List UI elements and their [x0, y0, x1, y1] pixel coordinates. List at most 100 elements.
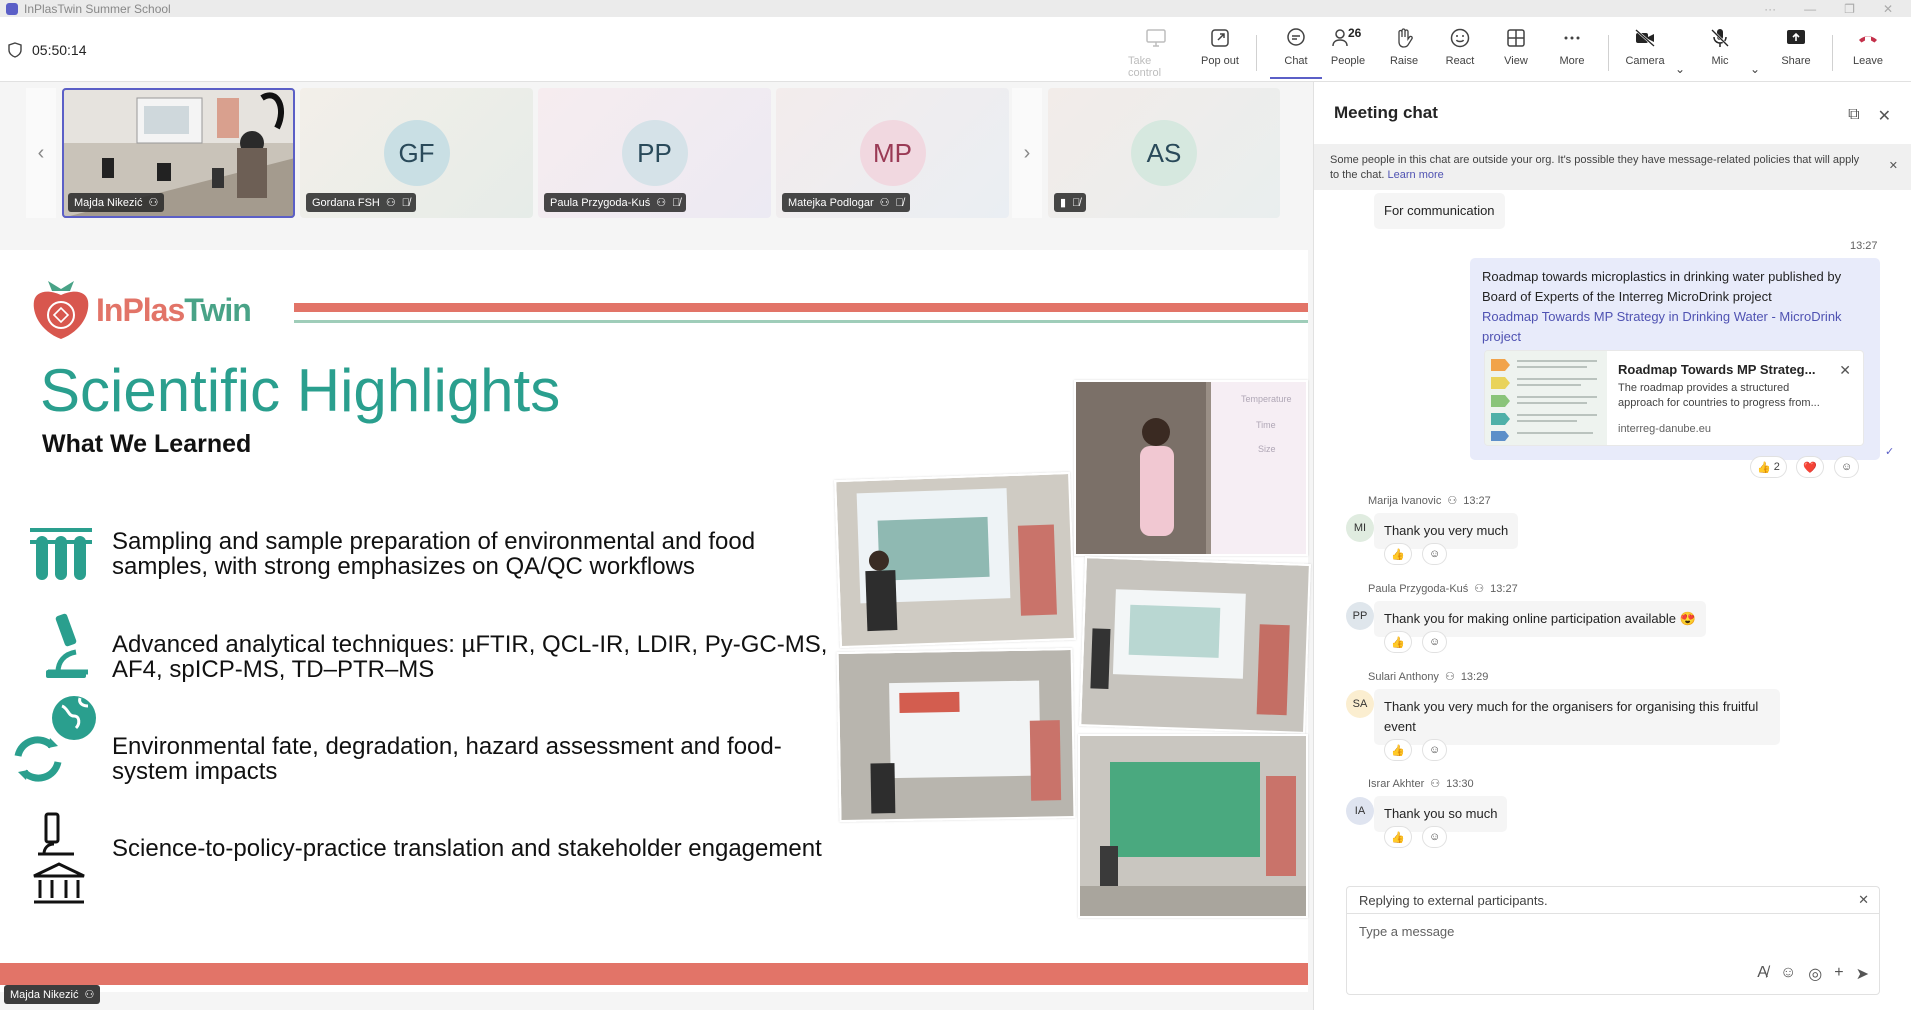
gallery-next-button[interactable]: › — [1012, 88, 1042, 218]
emoji-icon[interactable]: ☺ — [1780, 964, 1796, 984]
participant-nametag: Majda Nikezić ⚇ — [68, 193, 165, 212]
collage-photo — [1079, 556, 1311, 734]
chat-message-bubble: Thank you very much for the organisers f… — [1374, 689, 1780, 745]
message-input[interactable] — [1359, 924, 1839, 939]
heart-reaction[interactable]: ❤️ — [1796, 456, 1824, 478]
send-icon[interactable]: ➤ — [1856, 964, 1869, 984]
close-chat-icon[interactable]: ✕ — [1878, 106, 1891, 126]
sender-name: Israr Akhter — [1368, 777, 1425, 790]
audience-photo — [838, 649, 1076, 823]
participant-name: Paula Przygoda-Kuś — [550, 196, 651, 209]
reply-notice-text: Replying to external participants. — [1359, 893, 1548, 908]
take-control-label: Take control — [1128, 55, 1162, 79]
remove-preview-icon[interactable]: ✕ — [1839, 362, 1851, 379]
participant-nametag: Gordana FSH ⚇ 🎙̸ — [306, 193, 416, 212]
camera-off-icon — [1635, 29, 1655, 47]
external-user-icon: ⚇ — [1474, 583, 1485, 595]
like-reaction[interactable]: 👍 — [1384, 826, 1412, 848]
camera-button[interactable]: Camera — [1620, 27, 1670, 79]
add-reaction-button[interactable]: ☺ — [1422, 739, 1448, 761]
external-user-icon: ⚇ — [84, 989, 95, 1001]
leave-button[interactable]: Leave — [1846, 27, 1890, 79]
react-button[interactable]: React — [1438, 27, 1482, 79]
window-more-icon[interactable]: ··· — [1764, 2, 1776, 16]
external-user-icon: ⚇ — [1447, 495, 1458, 507]
like-reaction[interactable]: 👍 — [1384, 543, 1412, 565]
learn-more-link[interactable]: Learn more — [1388, 169, 1444, 181]
teams-logo-icon — [6, 2, 18, 15]
thumbs-up-icon: 👍 — [1391, 744, 1405, 757]
logo-text-part-b: Twin — [184, 292, 251, 328]
take-control-button[interactable]: Take control — [1128, 27, 1184, 79]
mic-button[interactable]: Mic — [1698, 27, 1742, 79]
sender-avatar: PP — [1346, 602, 1374, 630]
presenter-name: Majda Nikezić — [10, 988, 79, 1001]
participant-tile[interactable]: MP Matejka Podlogar ⚇ 🎙̸ — [776, 88, 1009, 218]
slide-subtitle: What We Learned — [42, 430, 252, 458]
like-count: 2 — [1773, 461, 1780, 473]
participant-avatar: PP — [621, 120, 688, 186]
link-preview-card[interactable]: Roadmap Towards MP Strateg... The roadma… — [1484, 350, 1864, 446]
dismiss-reply-notice-icon[interactable]: ✕ — [1858, 892, 1869, 908]
like-reaction[interactable]: 👍 2 — [1750, 456, 1787, 478]
view-button[interactable]: View — [1494, 27, 1538, 79]
avatar-initials: SA — [1352, 698, 1368, 710]
raise-label: Raise — [1389, 55, 1419, 67]
minimize-icon[interactable]: — — [1804, 2, 1816, 16]
external-user-icon: ⚇ — [385, 197, 396, 209]
gallery-prev-button[interactable]: ‹ — [26, 88, 56, 218]
like-reaction[interactable]: 👍 — [1384, 631, 1412, 653]
add-reaction-button[interactable]: ☺ — [1422, 826, 1448, 848]
share-label: Share — [1781, 55, 1811, 67]
share-button[interactable]: Share — [1774, 27, 1818, 79]
presenter-nametag: Majda Nikezić ⚇ — [4, 985, 101, 1004]
thumbs-up-icon: 👍 — [1391, 548, 1405, 561]
participant-tile[interactable]: PP Paula Przygoda-Kuś ⚇ 🎙̸ — [538, 88, 771, 218]
external-notice-banner: Some people in this chat are outside you… — [1314, 144, 1911, 190]
participant-tile[interactable]: GF Gordana FSH ⚇ 🎙̸ — [300, 88, 533, 218]
avatar-initials: PP — [1352, 610, 1368, 622]
dismiss-notice-icon[interactable]: ✕ — [1889, 159, 1898, 174]
close-window-icon[interactable]: ✕ — [1883, 2, 1893, 16]
raise-hand-button[interactable]: Raise — [1382, 27, 1426, 79]
add-reaction-button[interactable]: ☺ — [1422, 543, 1448, 565]
like-reaction[interactable]: 👍 — [1384, 739, 1412, 761]
restore-icon[interactable]: ❐ — [1844, 2, 1855, 16]
external-user-icon: ⚇ — [1430, 778, 1441, 790]
monitor-icon — [1146, 29, 1166, 47]
mic-muted-icon: 🎙̸ — [1072, 196, 1081, 209]
more-button[interactable]: More — [1550, 27, 1594, 79]
add-reaction-button[interactable]: ☺ — [1422, 631, 1448, 653]
mic-muted-icon: 🎙̸ — [401, 196, 410, 209]
test-tubes-icon — [30, 528, 92, 580]
speaker-photo — [1076, 382, 1306, 554]
participant-tile[interactable]: AS ▮ 🎙̸ — [1048, 88, 1280, 218]
timer-text: 05:50:14 — [32, 42, 87, 58]
slide-header-stripe — [294, 303, 1308, 312]
chat-button[interactable]: Chat — [1270, 27, 1322, 79]
window-titlebar: InPlasTwin Summer School ··· — ❐ ✕ — [0, 0, 1911, 17]
link-preview-thumbnail — [1485, 351, 1607, 445]
pop-out-chat-icon[interactable]: ⧉ — [1848, 106, 1859, 126]
sender-avatar: IA — [1346, 797, 1374, 825]
attach-plus-icon[interactable]: + — [1834, 964, 1843, 984]
message-link[interactable]: Roadmap Towards MP Strategy in Drinking … — [1482, 309, 1842, 344]
participant-name: Gordana FSH — [312, 196, 380, 209]
highlight-item: Sampling and sample preparation of envir… — [112, 528, 756, 580]
lecture-photo — [836, 473, 1076, 649]
chevron-left-icon: ‹ — [37, 141, 45, 164]
loop-component-icon[interactable]: ◎ — [1808, 964, 1822, 984]
message-time: 13:27 — [1463, 494, 1491, 507]
composer-actions: A̸ ☺ ◎ + ➤ — [1757, 964, 1869, 984]
slide-footer-stripe — [0, 963, 1308, 985]
heart-icon: ❤️ — [1803, 461, 1817, 474]
external-user-icon: ⚇ — [879, 197, 890, 209]
participant-tile[interactable]: Majda Nikezić ⚇ — [62, 88, 295, 218]
people-button[interactable]: 26 People — [1326, 26, 1370, 79]
message-sender: Israr Akhter ⚇ 13:30 — [1368, 777, 1474, 791]
pop-out-button[interactable]: Pop out — [1194, 27, 1246, 79]
camera-options-chevron-icon[interactable]: ⌄ — [1675, 62, 1685, 76]
format-text-icon[interactable]: A̸ — [1757, 964, 1768, 984]
mic-options-chevron-icon[interactable]: ⌄ — [1750, 62, 1760, 76]
add-reaction-button[interactable]: ☺ — [1834, 456, 1860, 478]
